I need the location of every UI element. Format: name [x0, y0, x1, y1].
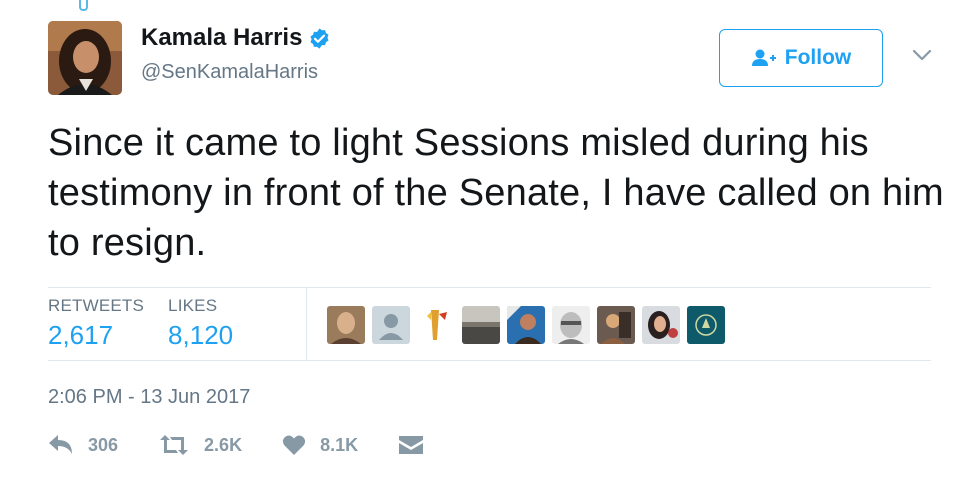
likes-label: LIKES [168, 296, 218, 315]
liker-avatar[interactable] [417, 306, 455, 344]
like-button[interactable]: 8.1K [282, 434, 358, 456]
avatar[interactable] [48, 21, 122, 95]
retweet-count: 2.6K [204, 434, 243, 455]
follow-person-icon [751, 49, 776, 66]
username-handle[interactable]: @SenKamalaHarris [141, 61, 318, 84]
liker-avatar[interactable] [372, 306, 410, 344]
direct-message-button[interactable] [398, 434, 438, 456]
reply-button[interactable]: 306 [48, 434, 118, 456]
tweet-text: Since it came to light Sessions misled d… [48, 122, 944, 264]
retweet-button[interactable]: 2.6K [158, 434, 242, 456]
tweet-timestamp[interactable]: 2:06 PM - 13 Jun 2017 [48, 386, 250, 409]
divider [48, 287, 931, 288]
liker-avatar[interactable] [597, 306, 635, 344]
verified-badge-icon [310, 27, 329, 49]
liker-avatar[interactable] [642, 306, 680, 344]
divider [48, 360, 931, 361]
retweets-count: 2,617 [48, 320, 114, 350]
follow-button[interactable]: Follow [719, 29, 883, 87]
message-icon [399, 436, 424, 454]
liker-avatar[interactable] [507, 306, 545, 344]
display-name[interactable]: Kamala Harris [141, 24, 302, 52]
liker-avatar[interactable] [552, 306, 590, 344]
follow-button-label: Follow [784, 46, 852, 69]
liker-avatar[interactable] [687, 306, 725, 344]
liker-avatars [327, 306, 732, 344]
retweets-stat[interactable]: RETWEETS 2,617 [48, 296, 144, 351]
liker-avatar[interactable] [462, 306, 500, 344]
likes-count: 8,120 [168, 320, 234, 350]
top-edge-marker [79, 0, 88, 11]
heart-icon [282, 435, 306, 455]
like-count: 8.1K [320, 434, 359, 455]
likes-stat[interactable]: LIKES 8,120 [168, 296, 233, 351]
reply-count: 306 [88, 434, 119, 455]
retweet-icon [160, 435, 189, 455]
liker-avatar[interactable] [327, 306, 365, 344]
chevron-down-icon[interactable] [910, 47, 934, 63]
retweets-label: RETWEETS [48, 296, 145, 315]
reply-icon [49, 435, 72, 454]
stats-separator [306, 288, 307, 361]
